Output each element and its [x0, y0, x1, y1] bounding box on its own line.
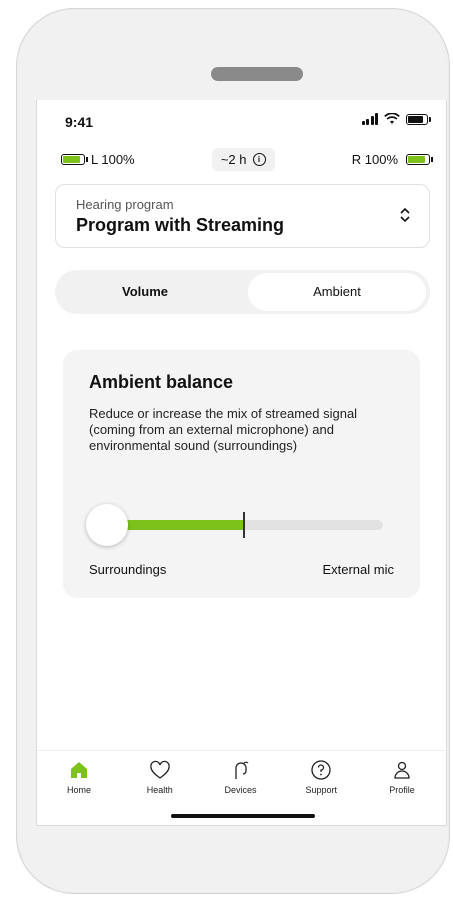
left-battery: L 100% [61, 152, 135, 167]
nav-home[interactable]: Home [49, 751, 109, 801]
program-label: Hearing program [76, 197, 174, 212]
right-battery-icon [406, 153, 433, 165]
hearing-aid-icon [234, 761, 248, 779]
hearing-aid-battery-row: L 100% ~2 h i R 100% [61, 147, 433, 171]
left-battery-label: L 100% [91, 151, 135, 167]
home-icon [71, 762, 87, 778]
left-battery-icon [61, 153, 88, 165]
slider-thumb[interactable] [86, 504, 128, 546]
slider-min-label: Surroundings [89, 562, 167, 577]
nav-health[interactable]: Health [130, 751, 190, 801]
nav-profile[interactable]: Profile [372, 751, 432, 801]
ambient-description: Reduce or increase the mix of streamed s… [89, 406, 358, 453]
speaker-notch [211, 67, 303, 81]
right-battery-label: R 100% [351, 151, 398, 167]
tab-volume[interactable]: Volume [55, 270, 235, 314]
nav-devices-label: Devices [224, 785, 257, 795]
wifi-icon [384, 113, 400, 124]
segmented-control: Volume Ambient [55, 270, 430, 314]
person-icon [394, 761, 410, 779]
question-icon [311, 760, 331, 780]
nav-health-label: Health [146, 785, 173, 795]
chevron-up-down-icon [400, 207, 410, 223]
battery-duration: ~2 h [220, 151, 247, 167]
ambient-title: Ambient balance [89, 372, 234, 392]
signal-icon [361, 113, 378, 125]
home-indicator [171, 814, 315, 818]
heart-icon [150, 760, 170, 779]
battery-duration-pill[interactable]: ~2 h i [211, 147, 275, 171]
phone-battery-icon [406, 113, 431, 125]
program-name: Program with Streaming [76, 215, 285, 235]
status-time: 9:41 [65, 114, 94, 130]
ambient-slider[interactable] [86, 504, 383, 546]
info-icon: i [252, 152, 266, 166]
nav-profile-label: Profile [389, 785, 415, 795]
ambient-balance-card: Ambient balance Reduce or increase the m… [63, 350, 420, 598]
status-icons [361, 113, 431, 125]
slider-max-label: External mic [322, 562, 394, 577]
nav-support[interactable]: Support [291, 751, 351, 801]
bottom-nav: Home Health Devices Support Profile [37, 750, 446, 801]
program-selector[interactable]: Hearing program Program with Streaming [55, 184, 430, 248]
nav-support-label: Support [305, 785, 338, 795]
nav-devices[interactable]: Devices [211, 751, 271, 801]
right-battery: R 100% [351, 151, 433, 167]
nav-home-label: Home [66, 785, 91, 795]
app-screen: 9:41 L 100% ~2 h i R 100% Hearing progra… [36, 100, 447, 826]
slider-center-marker [243, 512, 245, 538]
tab-ambient[interactable]: Ambient [248, 273, 426, 311]
